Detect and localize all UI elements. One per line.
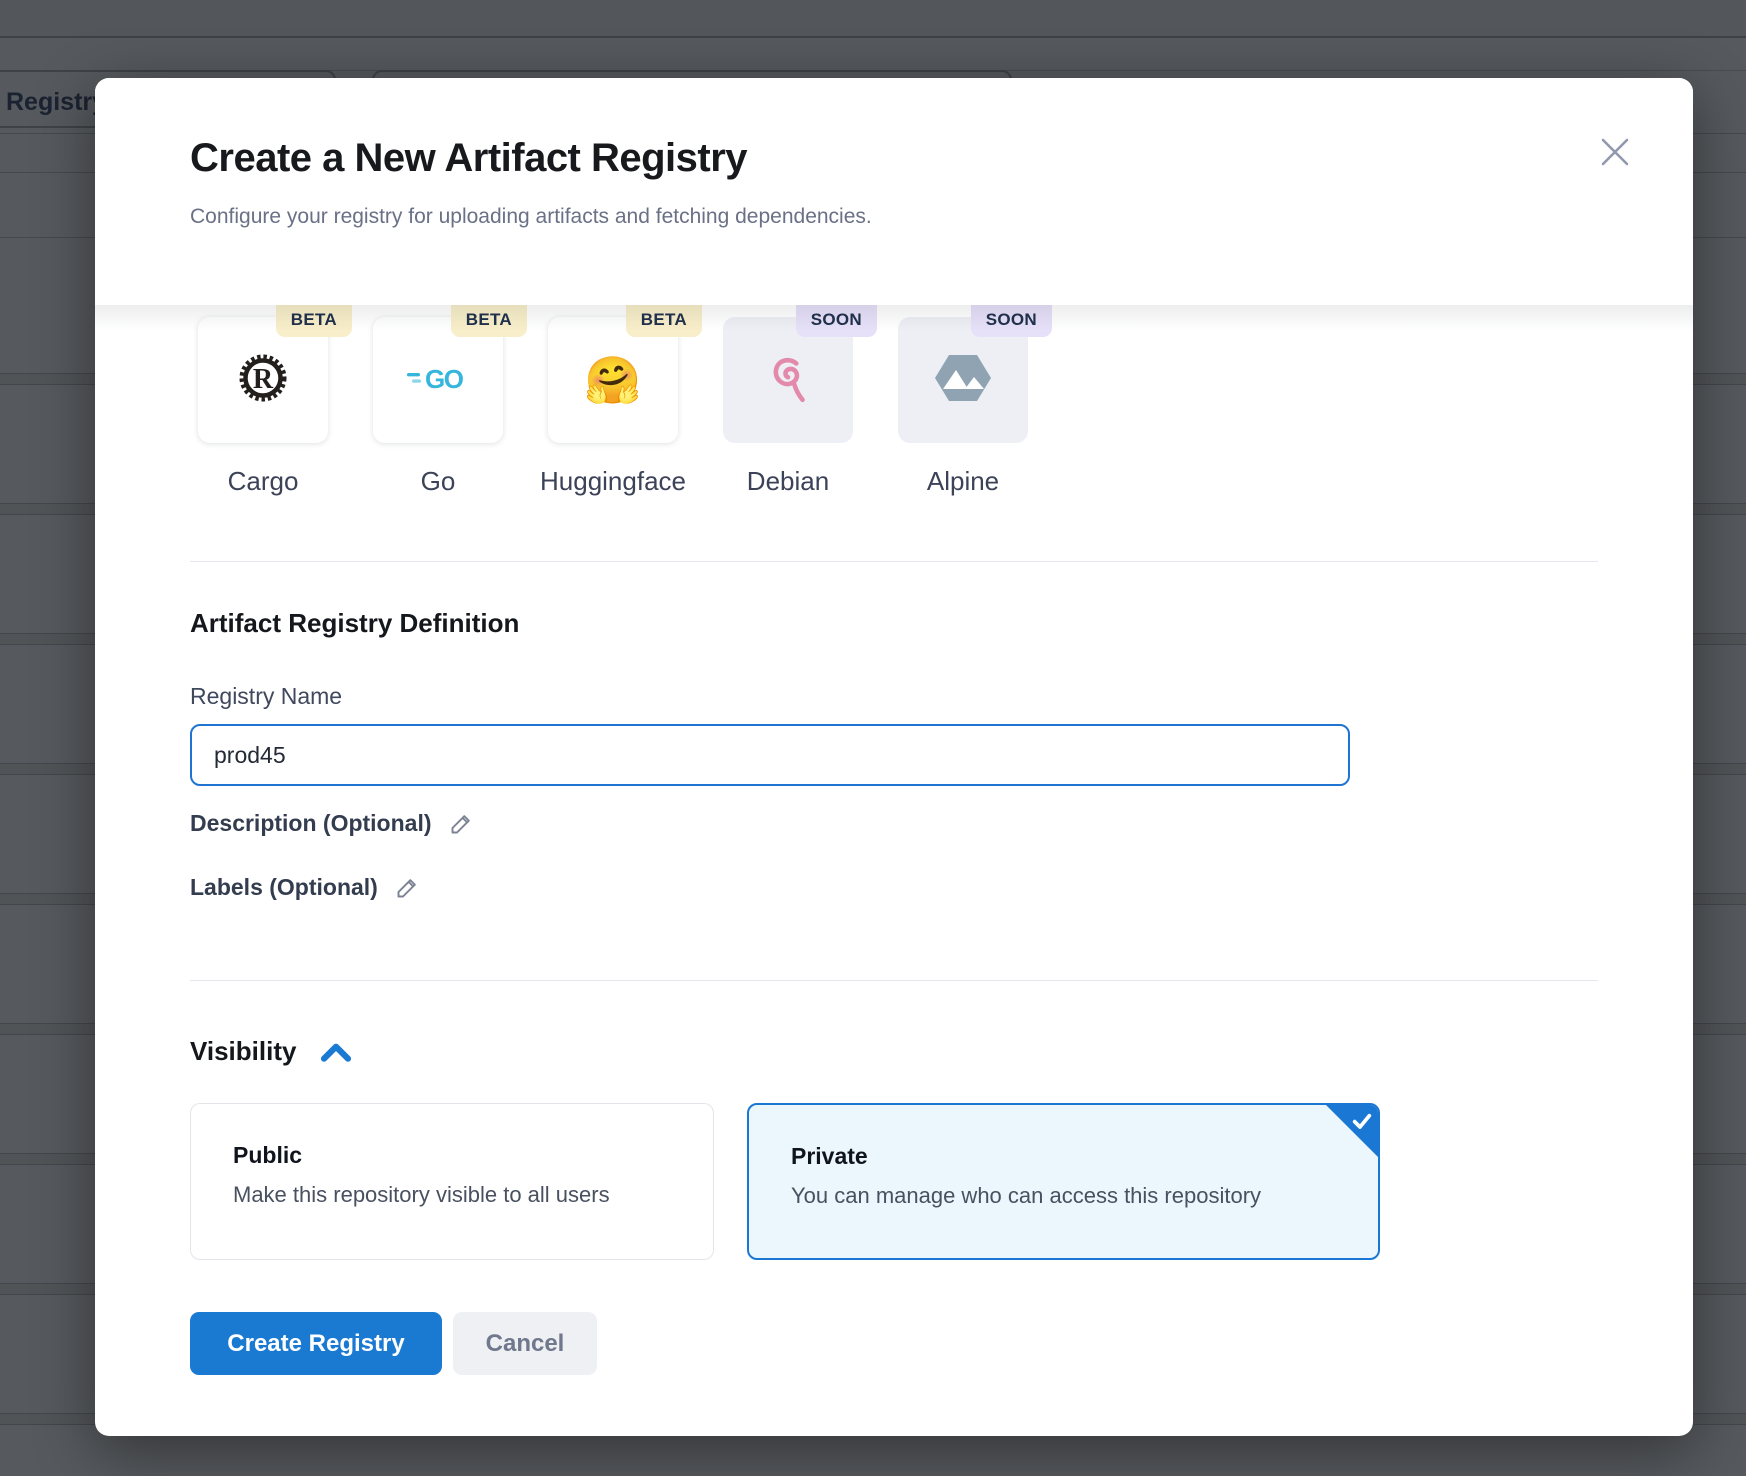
edit-labels-pencil-icon[interactable] xyxy=(394,874,421,901)
visibility-option-description: Make this repository visible to all user… xyxy=(233,1182,610,1208)
create-registry-button[interactable]: Create Registry xyxy=(190,1312,442,1375)
cancel-button[interactable]: Cancel xyxy=(453,1312,597,1375)
type-card-label: Go xyxy=(421,466,456,497)
rust-cargo-icon: R xyxy=(235,350,291,411)
debian-icon xyxy=(763,351,813,410)
type-card-label: Alpine xyxy=(927,466,999,497)
close-icon[interactable] xyxy=(1593,130,1637,174)
background-top-bar xyxy=(0,0,1746,38)
definition-section-heading: Artifact Registry Definition xyxy=(190,608,519,639)
huggingface-icon: 🤗 xyxy=(584,357,641,403)
type-card-label: Debian xyxy=(747,466,829,497)
background-toolbar xyxy=(0,40,1746,71)
chevron-up-icon[interactable] xyxy=(320,1039,352,1065)
type-card-label: Cargo xyxy=(228,466,299,497)
background-table-header-registry: Registry xyxy=(6,88,106,117)
go-icon: GO xyxy=(405,363,471,398)
visibility-section-heading: Visibility xyxy=(190,1036,296,1067)
svg-text:GO: GO xyxy=(425,364,464,393)
svg-text:R: R xyxy=(253,364,274,395)
visibility-option-title: Public xyxy=(233,1142,302,1169)
visibility-option-private[interactable]: Private You can manage who can access th… xyxy=(747,1103,1380,1260)
section-divider xyxy=(190,561,1598,562)
modal-title: Create a New Artifact Registry xyxy=(190,136,747,181)
type-card-label: Huggingface xyxy=(540,466,686,497)
edit-description-pencil-icon[interactable] xyxy=(448,810,475,837)
registry-name-input[interactable] xyxy=(190,724,1350,786)
alpine-icon xyxy=(934,353,992,408)
modal-header: Create a New Artifact Registry Configure… xyxy=(95,78,1693,305)
modal-subtitle: Configure your registry for uploading ar… xyxy=(190,205,872,229)
visibility-option-title: Private xyxy=(791,1143,868,1170)
labels-label: Labels (Optional) xyxy=(190,874,378,901)
create-artifact-registry-modal: R BETA Cargo GO BETA Go 🤗 BETA Huggingfa… xyxy=(95,78,1693,1436)
registry-type-list: R BETA Cargo GO BETA Go 🤗 BETA Huggingfa… xyxy=(198,317,1028,443)
description-label: Description (Optional) xyxy=(190,810,432,837)
selected-check-icon xyxy=(1325,1104,1379,1158)
visibility-option-public[interactable]: Public Make this repository visible to a… xyxy=(190,1103,714,1260)
visibility-option-description: You can manage who can access this repos… xyxy=(791,1183,1261,1209)
section-divider xyxy=(190,980,1598,981)
registry-name-label: Registry Name xyxy=(190,683,342,710)
